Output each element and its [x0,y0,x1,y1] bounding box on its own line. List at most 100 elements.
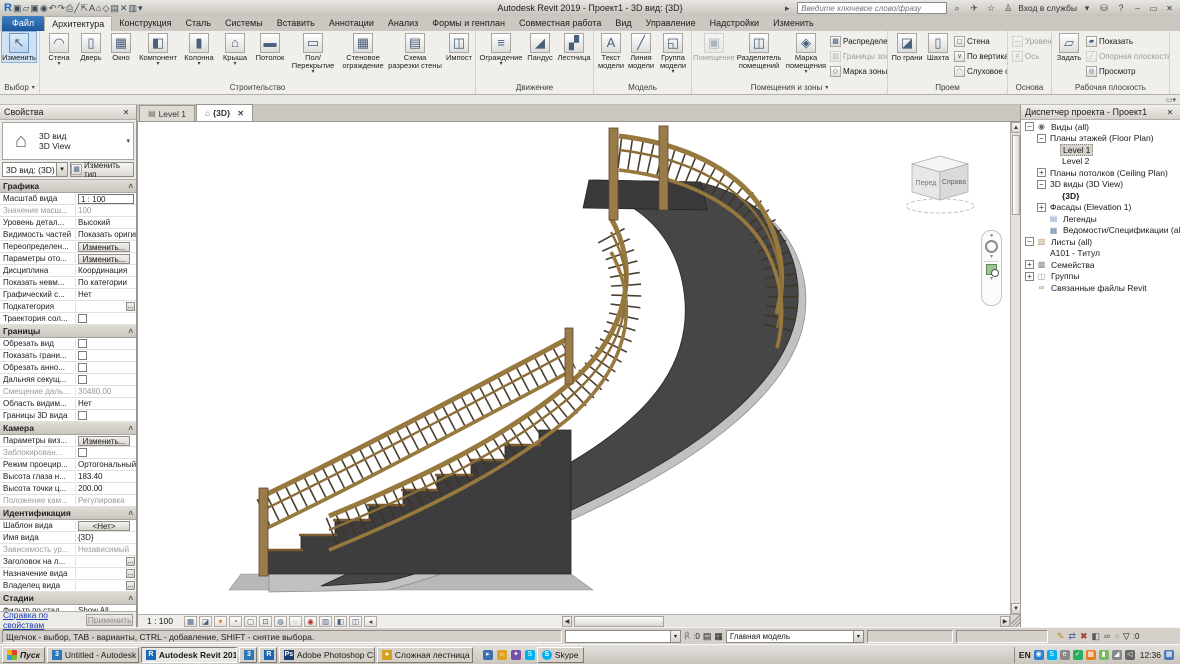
browser-title-bar[interactable]: Диспетчер проекта - Проект1 ✕ [1021,105,1180,120]
property-value[interactable]: <Нет> [76,520,136,531]
ribbon-tab-Файл[interactable]: Файл [2,16,45,31]
property-value[interactable]: Нет [76,289,136,300]
vertical-scroll-thumb[interactable] [1011,135,1020,215]
type-selector[interactable]: ⌂ 3D вид 3D View ▾ [2,122,134,160]
collapse-chevron-icon[interactable]: ˄ [128,182,133,191]
task-button-3ds-max[interactable]: 3Untitled - Autodesk 3ds ... [46,646,139,663]
property-checkbox[interactable] [78,448,87,457]
select-links-icon[interactable]: ∞ [1104,630,1110,643]
user-icon[interactable]: ♙ [1001,3,1015,14]
search-input[interactable]: Введите ключевое слово/фразу [797,2,948,14]
tool-window[interactable]: ▦ Окно [106,32,136,62]
collapse-icon[interactable]: − [1025,237,1034,247]
collapse-icon[interactable]: − [1025,122,1034,132]
worksets-toggle-icon[interactable]: ✎ [1057,630,1065,643]
switch-windows-icon[interactable]: ▥ [128,3,137,13]
revit-logo-icon[interactable]: R [4,2,12,14]
messenger-icon[interactable]: ✦ [510,649,521,660]
design-option-combo[interactable]: Главная модель ▾ [725,629,864,643]
property-value[interactable] [76,447,136,458]
active-option-icon[interactable]: ▦ [714,630,723,643]
property-value[interactable]: … [76,568,136,579]
property-value[interactable]: … [76,556,136,567]
language-indicator[interactable]: EN [1019,650,1031,660]
tool-model-text[interactable]: A Текст модели [596,32,626,70]
browse-icon[interactable]: … [126,557,135,566]
ribbon-tab-Системы[interactable]: Системы [218,16,270,31]
tree-item-Семейства[interactable]: + ▩ Семейства [1021,259,1180,271]
tool-component[interactable]: ◧ Компонент ▾ [136,32,180,67]
press-drag-icon[interactable]: ◧ [1092,630,1101,643]
property-value[interactable]: 100 [76,205,136,216]
task-button-chrome[interactable]: ●Сложная лестница - Go... [376,646,473,663]
undo-icon[interactable]: ↶ [49,3,57,13]
collapse-icon[interactable]: − [1037,133,1046,143]
scroll-left-icon[interactable]: ◀ [562,615,572,627]
viewcube[interactable]: Перед Справа [902,152,982,216]
task-button-revit[interactable]: RAutodesk Revit 2019 ... [140,646,237,663]
close-button[interactable]: ✕ [1163,3,1176,14]
browse-icon[interactable]: … [126,581,135,590]
default-3d-view-icon[interactable]: ⌂ [96,3,101,13]
property-value[interactable]: 200.00 [76,483,136,494]
property-value[interactable]: 1 : 100 [76,193,136,204]
panel-caption-Помещения и зоны[interactable]: Помещения и зоны ▾ [692,82,887,94]
tool-opening-by-face[interactable]: ◪ По грани [890,32,924,62]
tree-item-Связанные файлы Revit[interactable]: ∞ Связанные файлы Revit [1021,282,1180,294]
property-checkbox[interactable] [78,351,87,360]
tool-area[interactable]: ▩Распределенная▾ [828,34,887,49]
tool-viewer[interactable]: ◎ Просмотр [1084,64,1169,79]
usb-icon[interactable]: ▮ [1098,649,1109,660]
crop-view-icon[interactable]: ▢ [244,615,257,627]
restore-button[interactable]: ▭ [1147,3,1160,14]
property-value[interactable]: По категории [76,277,136,288]
collapse-chevron-icon[interactable]: ˄ [128,594,133,603]
section-icon[interactable]: ◇ [102,3,109,13]
temporary-hide-icon[interactable]: ◌ [289,615,302,627]
collapse-chevron-icon[interactable]: ˄ [128,509,133,518]
panel-caption-Модель[interactable]: Модель [594,82,691,94]
volume-icon[interactable]: ◁ [1124,649,1135,660]
tree-item-Ведомости/Спецификации (all)[interactable]: ▦ Ведомости/Спецификации (all) [1021,225,1180,237]
design-options-icon[interactable]: ▤ [703,630,712,643]
close-hidden-icon[interactable]: ✕ [120,3,128,13]
navbar-more-bottom-icon[interactable]: ▾ [990,276,993,282]
property-value[interactable]: Высокий [76,217,136,228]
element-filter-combo[interactable]: 3D вид: (3D) ▾ [2,162,68,177]
property-edit-button[interactable]: Изменить... [78,435,130,446]
app-menu-icon[interactable]: ▣ [13,3,22,13]
properties-help-link[interactable]: Справка по свойствам [3,610,82,630]
editable-only-icon[interactable]: ℟ [684,630,690,643]
ribbon-tab-Совместная работа[interactable]: Совместная работа [512,16,608,31]
browse-icon[interactable]: … [126,302,135,311]
sun-path-icon[interactable]: ✶ [214,615,227,627]
property-section-Границы[interactable]: Границы ˄ [0,325,136,338]
tool-ramp[interactable]: ◢ Пандус [524,32,556,62]
tool-model-group[interactable]: ◱ Группа модели ▾ [656,32,690,75]
resize-grip[interactable] [1010,614,1020,627]
signin-arrow-icon[interactable]: ▾ [1080,3,1094,14]
text-icon[interactable]: A [89,3,95,13]
property-checkbox[interactable] [78,375,87,384]
tool-wall[interactable]: ◠ Стена ▾ [42,32,76,67]
design-options-icon[interactable]: ⇄ [1068,630,1076,643]
ribbon-tab-Надстройки[interactable]: Надстройки [703,16,766,31]
tree-item-Фасады (Elevation 1)[interactable]: + Фасады (Elevation 1) [1021,202,1180,214]
ribbon-tab-Сталь[interactable]: Сталь [179,16,218,31]
tree-item-3D виды (3D View)[interactable]: −3D виды (3D View) [1021,179,1180,191]
collapse-chevron-icon[interactable]: ˄ [128,424,133,433]
search-icon[interactable]: ⌕ [950,3,964,14]
property-value[interactable] [76,374,136,385]
property-checkbox[interactable] [78,314,87,323]
tool-shaft[interactable]: ▯ Шахта [924,32,952,62]
lamp-icon[interactable]: ☼ [496,649,507,660]
property-section-Идентификация[interactable]: Идентификация ˄ [0,507,136,520]
tool-curtain-wall[interactable]: ▦ Стеновое ограждение [338,32,388,70]
property-value[interactable]: Независимый [76,544,136,555]
property-value[interactable]: … [76,580,136,591]
thin-lines-icon[interactable]: ▤ [110,3,119,13]
sync-icon[interactable]: ◉ [40,3,48,13]
properties-title-bar[interactable]: Свойства ✕ [0,105,136,120]
tool-room-separator[interactable]: ◫ Разделитель помещений [734,32,784,70]
media-player-icon[interactable]: ▸ [482,649,493,660]
